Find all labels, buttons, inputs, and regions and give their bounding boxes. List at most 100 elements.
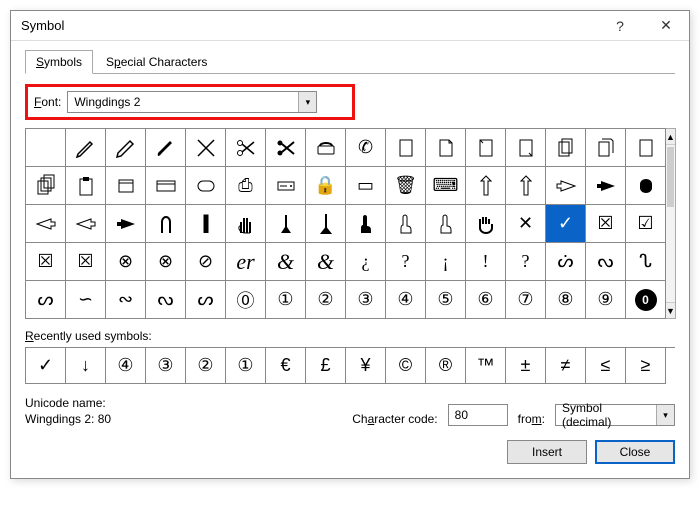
symbol-keyboard[interactable]: ⌨ — [426, 167, 466, 205]
symbol-x-circle[interactable]: ⊗ — [106, 243, 146, 281]
symbol-cassette[interactable]: ▭ — [346, 167, 386, 205]
from-combo[interactable]: Symbol (decimal) ▾ — [555, 404, 675, 426]
symbol-page[interactable] — [386, 129, 426, 167]
recent-notequal[interactable]: ≠ — [546, 348, 586, 384]
recent-lessequal[interactable]: ≤ — [586, 348, 626, 384]
symbol-circled-8[interactable]: ⑧ — [546, 281, 586, 319]
symbol-er-script[interactable]: er — [226, 243, 266, 281]
scroll-track[interactable] — [666, 145, 675, 302]
symbol-question-bold[interactable]: ? — [506, 243, 546, 281]
symbol-ampersand[interactable]: & — [266, 243, 306, 281]
symbol-blank[interactable] — [26, 129, 66, 167]
symbol-rounded[interactable] — [186, 167, 226, 205]
symbol-window-wide[interactable] — [146, 167, 186, 205]
symbol-hand-fist[interactable] — [626, 167, 666, 205]
close-button[interactable]: Close — [595, 440, 675, 464]
symbol-question[interactable]: ? — [386, 243, 426, 281]
symbol-hand-point-up[interactable] — [466, 167, 506, 205]
scroll-down-icon[interactable]: ▼ — [666, 302, 675, 318]
symbol-hand-point[interactable] — [306, 205, 346, 243]
recent-circled-2[interactable]: ② — [186, 348, 226, 384]
symbol-circled-1[interactable]: ① — [266, 281, 306, 319]
symbol-circled-6[interactable]: ⑥ — [466, 281, 506, 319]
close-icon[interactable]: ✕ — [643, 11, 689, 41]
symbol-hand-point-up2[interactable] — [506, 167, 546, 205]
recent-plusminus[interactable]: ± — [506, 348, 546, 384]
symbol-x-mark[interactable]: ✕ — [506, 205, 546, 243]
symbol-x-box2[interactable]: ☒ — [26, 243, 66, 281]
symbol-hand-back[interactable] — [146, 205, 186, 243]
recent-down-arrow[interactable]: ↓ — [66, 348, 106, 384]
symbol-pen2[interactable] — [106, 129, 146, 167]
symbol-hand-palm[interactable] — [226, 205, 266, 243]
symbol-check-box[interactable]: ☑ — [626, 205, 666, 243]
symbol-flourish3[interactable]: ᔐ — [626, 243, 666, 281]
recent-greaterequal[interactable]: ≥ — [626, 348, 666, 384]
symbol-lock-win[interactable]: 🔒 — [306, 167, 346, 205]
symbol-x-box3[interactable]: ☒ — [66, 243, 106, 281]
recent-check[interactable]: ✓ — [26, 348, 66, 384]
symbol-trash[interactable]: 🗑 — [386, 167, 426, 205]
symbol-finger-up3[interactable] — [426, 205, 466, 243]
chevron-down-icon[interactable]: ▾ — [298, 92, 316, 112]
help-button[interactable]: ? — [597, 11, 643, 41]
symbol-page3[interactable] — [506, 129, 546, 167]
recent-euro[interactable]: € — [266, 348, 306, 384]
symbol-check[interactable]: ✓ — [546, 205, 586, 243]
recent-pound[interactable]: £ — [306, 348, 346, 384]
symbol-flourish5[interactable]: ∽ — [66, 281, 106, 319]
symbol-scissors2[interactable] — [266, 129, 306, 167]
symbol-circled-9[interactable]: ⑨ — [586, 281, 626, 319]
symbol-exclaim-turn[interactable]: ¡ — [426, 243, 466, 281]
symbol-question-turn[interactable]: ¿ — [346, 243, 386, 281]
symbol-page-corner[interactable] — [426, 129, 466, 167]
symbol-disk-drive[interactable] — [266, 167, 306, 205]
recent-copyright[interactable]: © — [386, 348, 426, 384]
symbol-clipboard[interactable] — [66, 167, 106, 205]
symbol-pen[interactable] — [66, 129, 106, 167]
tab-symbols[interactable]: Symbols — [25, 50, 93, 74]
symbol-circled-5[interactable]: ⑤ — [426, 281, 466, 319]
symbol-page2[interactable] — [466, 129, 506, 167]
symbol-window[interactable] — [106, 167, 146, 205]
symbol-phone[interactable]: ✆ — [346, 129, 386, 167]
recent-circled-3[interactable]: ③ — [146, 348, 186, 384]
scrollbar[interactable]: ▲ ▼ — [666, 128, 676, 319]
symbol-hand-point-right-fill[interactable] — [586, 167, 626, 205]
symbol-flourish2[interactable]: ᔓ — [586, 243, 626, 281]
tab-special-characters[interactable]: Special Characters — [95, 50, 218, 74]
symbol-x-box[interactable]: ☒ — [586, 205, 626, 243]
character-code-input[interactable] — [448, 404, 508, 426]
symbol-flourish6[interactable]: ∾ — [106, 281, 146, 319]
symbol-x-circle2[interactable]: ⊗ — [146, 243, 186, 281]
symbol-hand-point-left2[interactable] — [66, 205, 106, 243]
symbol-circled-2[interactable]: ② — [306, 281, 346, 319]
symbol-flourish1[interactable]: ᔖ — [546, 243, 586, 281]
symbol-scissors[interactable] — [226, 129, 266, 167]
insert-button[interactable]: Insert — [507, 440, 587, 464]
scroll-up-icon[interactable]: ▲ — [666, 129, 675, 145]
symbol-amp-script[interactable]: & — [306, 243, 346, 281]
recent-registered[interactable]: ® — [426, 348, 466, 384]
symbol-page-copy[interactable] — [586, 129, 626, 167]
recent-circled-1[interactable]: ① — [226, 348, 266, 384]
recent-yen[interactable]: ¥ — [346, 348, 386, 384]
symbol-pages[interactable] — [546, 129, 586, 167]
font-combo[interactable]: Wingdings 2 ▾ — [67, 91, 317, 113]
symbol-exclaim[interactable]: ! — [466, 243, 506, 281]
symbol-circled-7[interactable]: ⑦ — [506, 281, 546, 319]
recent-trademark[interactable]: ™ — [466, 348, 506, 384]
symbol-phone-desk[interactable] — [306, 129, 346, 167]
recent-grid[interactable]: ✓↓④③②①€£¥©®™±≠≤≥ — [25, 347, 675, 384]
chevron-down-icon[interactable]: ▾ — [656, 405, 674, 425]
symbol-pages-stack[interactable] — [26, 167, 66, 205]
symbol-finger-up[interactable] — [346, 205, 386, 243]
symbol-brush[interactable] — [146, 129, 186, 167]
symbol-circled-3[interactable]: ③ — [346, 281, 386, 319]
symbol-finger-up2[interactable] — [386, 205, 426, 243]
symbol-hand-pen[interactable] — [266, 205, 306, 243]
recent-circled-4[interactable]: ④ — [106, 348, 146, 384]
symbol-hand-point-left[interactable] — [26, 205, 66, 243]
symbol-grid[interactable]: ✆⎙🔒▭🗑⌨✕✓☒☑☒☒⊗⊗⊘er&&¿?¡!?ᔖᔓᔐᔕ∽∾ᔓᔕ⓪①②③④⑤⑥⑦… — [25, 128, 666, 319]
symbol-flourish8[interactable]: ᔕ — [186, 281, 226, 319]
